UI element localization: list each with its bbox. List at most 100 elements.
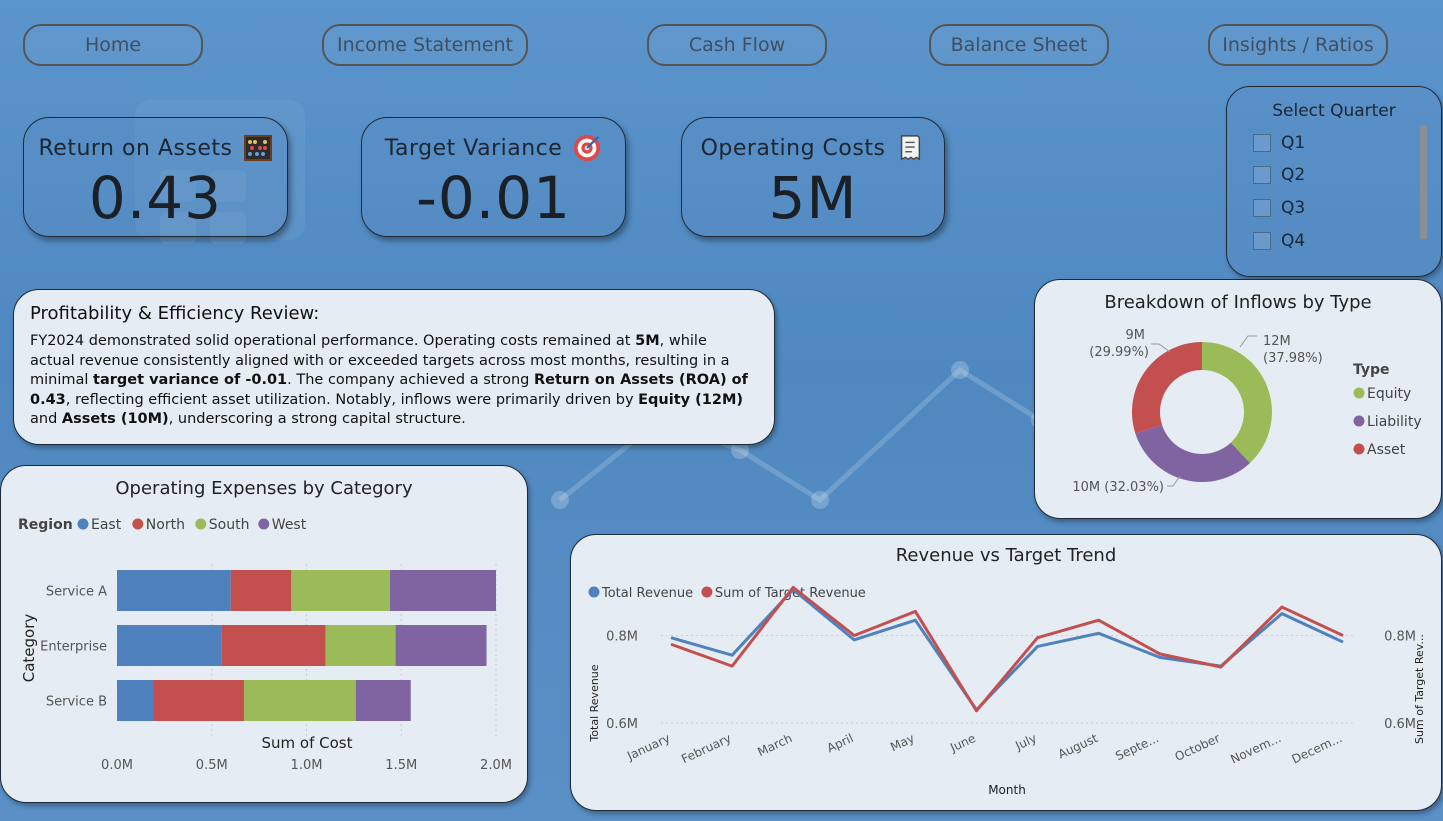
- receipt-icon: [901, 135, 921, 161]
- option-label: Q4: [1281, 231, 1306, 251]
- abacus-icon: [243, 135, 272, 161]
- legend-label: South: [209, 517, 250, 533]
- y-tick-label: 0.8M: [606, 630, 638, 645]
- donut-chart: 12M (37.98%) 9M (29.99%) 10M (32.03%) Type Equ…: [1072, 328, 1421, 495]
- y-axis-title: Category: [20, 614, 38, 683]
- legend-label: Total Revenue: [601, 586, 693, 601]
- bar-segment: [117, 680, 154, 721]
- slicer-option-q2[interactable]: Q2: [1253, 165, 1305, 185]
- slicer-scrollbar[interactable]: [1420, 125, 1427, 239]
- bar-segment: [395, 625, 487, 666]
- legend-label: Asset: [1367, 442, 1406, 458]
- kpi-operating-costs: Operating Costs 5M: [681, 117, 945, 237]
- kpi-value: 5M: [768, 164, 858, 232]
- kpi-value: 0.43: [88, 164, 223, 232]
- bar-segment: [117, 570, 231, 611]
- data-label: 10M (32.03%): [1072, 480, 1164, 495]
- bar-segment: [117, 625, 222, 666]
- kpi-title: Return on Assets: [38, 135, 233, 161]
- review-title: Profitability & Efficiency Review:: [30, 303, 320, 324]
- legend-marker: [1353, 387, 1365, 399]
- kpi-title: Operating Costs: [700, 135, 886, 161]
- nav-home-button[interactable]: Home: [23, 24, 203, 66]
- x-tick-label: January: [624, 731, 672, 763]
- bar-segment: [291, 570, 390, 611]
- y-tick-label-right: 0.8M: [1384, 630, 1416, 645]
- x-tick-label: 2.0M: [480, 758, 512, 773]
- x-tick-label: Decem...: [1290, 731, 1345, 766]
- checkbox[interactable]: [1253, 166, 1271, 184]
- bar-segment: [243, 680, 356, 721]
- x-axis-title: Month: [988, 783, 1026, 797]
- legend-label: East: [91, 517, 122, 533]
- legend-marker: [77, 518, 89, 530]
- bar-segment: [230, 570, 292, 611]
- target-icon: [574, 134, 601, 162]
- kpi-target-variance: Target Variance -0.01: [361, 117, 626, 237]
- bar-segment: [325, 625, 396, 666]
- x-tick-label: 1.0M: [291, 758, 323, 773]
- checkbox[interactable]: [1253, 232, 1271, 250]
- x-tick-label: March: [755, 731, 794, 759]
- bar-segment: [389, 570, 496, 611]
- legend-label: Equity: [1367, 386, 1411, 402]
- slicer-title: Select Quarter: [1272, 101, 1396, 121]
- data-label: (37.98%): [1263, 351, 1323, 366]
- x-tick-label: June: [947, 731, 978, 755]
- leader-line: [1239, 335, 1257, 348]
- data-label: 12M: [1263, 334, 1291, 349]
- nav-income-statement-button[interactable]: Income Statement: [322, 24, 528, 66]
- x-tick-label: February: [679, 731, 733, 766]
- y-tick-label-right: 0.6M: [1384, 717, 1416, 732]
- option-label: Q1: [1281, 133, 1306, 153]
- bar-segment: [221, 625, 326, 666]
- checkbox[interactable]: [1253, 199, 1271, 217]
- kpi-return-on-assets: Return on Assets 0.43: [23, 117, 288, 237]
- checkbox[interactable]: [1253, 134, 1271, 152]
- inflows-by-type-card: Breakdown of Inflows by Type 12M (37.98%)…: [1034, 279, 1442, 519]
- x-tick-label: April: [825, 731, 856, 755]
- y-tick-label: 0.6M: [606, 717, 638, 732]
- x-axis-title: Sum of Cost: [262, 734, 353, 752]
- slicer-option-q4[interactable]: Q4: [1253, 231, 1305, 251]
- legend-marker: [132, 518, 144, 530]
- chart-title: Operating Expenses by Category: [115, 478, 413, 499]
- legend-marker: [701, 586, 713, 598]
- nav-balance-sheet-button[interactable]: Balance Sheet: [929, 24, 1109, 66]
- y-axis-title-right: Sum of Target Rev...: [1413, 634, 1426, 744]
- donut-slice: [1202, 342, 1272, 463]
- nav-insights-ratios-button[interactable]: Insights / Ratios: [1208, 24, 1388, 66]
- nav-cash-flow-button[interactable]: Cash Flow: [647, 24, 827, 66]
- bar-segment: [355, 680, 411, 721]
- legend-label: North: [146, 517, 185, 533]
- legend-marker: [1353, 443, 1365, 455]
- donut-slice: [1135, 424, 1250, 482]
- x-tick-label: July: [1012, 731, 1038, 753]
- data-label: 9M: [1126, 328, 1146, 343]
- kpi-value: -0.01: [415, 164, 572, 232]
- operating-expenses-card: Operating Expenses by Category Region Eas…: [0, 465, 528, 803]
- legend-title: Region: [18, 517, 73, 533]
- slicer-option-q1[interactable]: Q1: [1253, 133, 1305, 153]
- y-tick-label: Enterprise: [40, 640, 107, 655]
- legend-title: Type: [1353, 362, 1390, 378]
- x-tick-label: August: [1056, 731, 1100, 762]
- x-tick-label: 1.5M: [385, 758, 417, 773]
- legend-marker: [258, 518, 270, 530]
- leader-line: [1151, 343, 1171, 353]
- option-label: Q2: [1281, 165, 1306, 185]
- legend-marker: [195, 518, 207, 530]
- profitability-review-card: Profitability & Efficiency Review: FY202…: [13, 289, 775, 445]
- kpi-title: Target Variance: [384, 135, 563, 161]
- y-tick-label: Service B: [46, 695, 107, 710]
- bar-segment: [153, 680, 244, 721]
- data-label: (29.99%): [1089, 345, 1149, 360]
- legend-marker: [588, 586, 600, 598]
- x-tick-label: May: [888, 731, 916, 754]
- y-axis-title: Total Revenue: [588, 664, 601, 742]
- option-label: Q3: [1281, 198, 1306, 218]
- revenue-trend-card: Revenue vs Target Trend Total Revenue Sum…: [570, 534, 1442, 811]
- slicer-option-q3[interactable]: Q3: [1253, 198, 1305, 218]
- bar-chart: Region East North South West 0.0M 0.5M 1.0M 1.5M…: [18, 517, 512, 773]
- y-tick-label: Service A: [46, 585, 107, 600]
